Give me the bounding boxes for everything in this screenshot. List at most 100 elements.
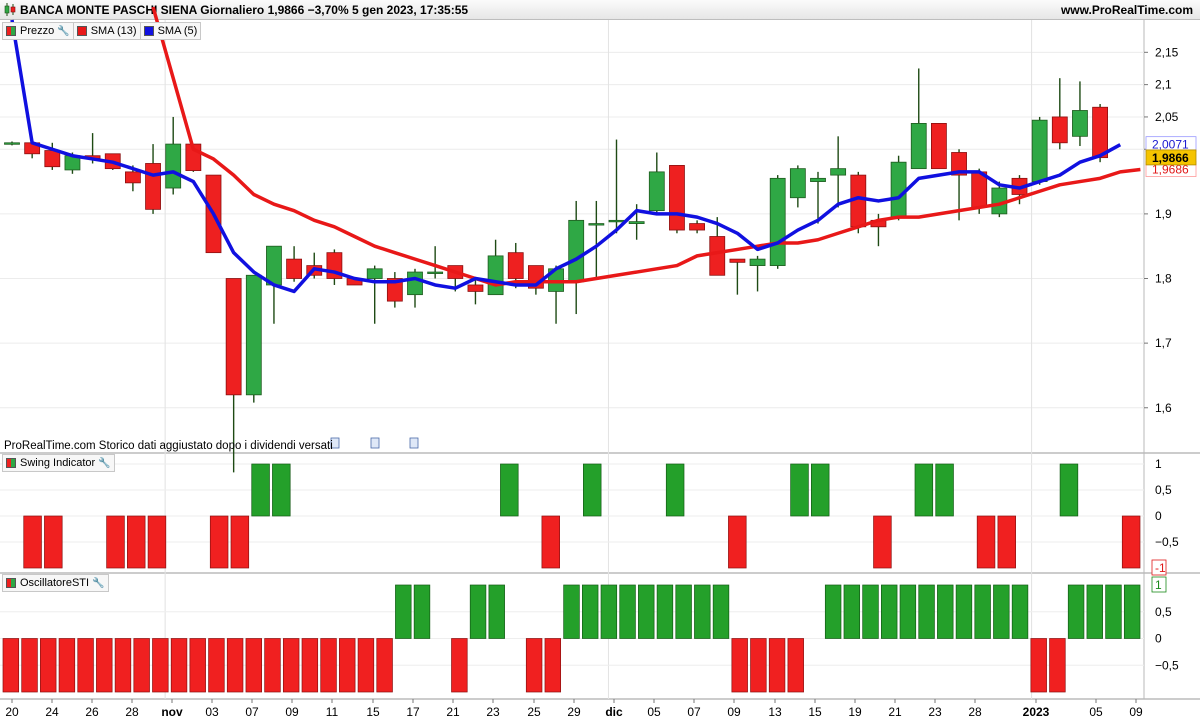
- swing-bar: [728, 515, 747, 569]
- x-tick-label: 28: [125, 705, 139, 719]
- candle-body: [588, 223, 605, 226]
- swing-bar: [541, 515, 560, 569]
- candle-body: [266, 245, 282, 286]
- sti-tick-label: 0: [1155, 632, 1162, 646]
- sti-bar: [955, 584, 973, 639]
- price-tick-label: 2,05: [1155, 110, 1179, 124]
- legend-sma5[interactable]: SMA (5): [141, 23, 201, 39]
- candle-body: [245, 274, 262, 396]
- sti-bar: [750, 638, 767, 693]
- x-tick-label: 03: [205, 705, 219, 719]
- sti-bar: [451, 638, 468, 693]
- legend-price[interactable]: Prezzo 🔧: [3, 23, 74, 39]
- sti-bar: [58, 638, 76, 693]
- candle-body: [709, 236, 726, 276]
- swing-bar: [583, 463, 602, 517]
- candle-body: [910, 123, 927, 170]
- candle-body: [225, 278, 242, 396]
- swing-legend[interactable]: Swing Indicator 🔧: [2, 454, 115, 472]
- chart-area[interactable]: 2,152,12,0521,91,81,71,62,00711,96861,98…: [0, 0, 1200, 720]
- swing-bar: [230, 515, 250, 569]
- sti-bar: [1030, 638, 1047, 693]
- candle-body: [467, 284, 484, 292]
- candle-body: [729, 258, 746, 263]
- price-tick-label: 2,1: [1155, 78, 1172, 92]
- swing-bar: [209, 515, 229, 569]
- sma13-swatch: [76, 26, 87, 36]
- swing-tick-label: 1: [1155, 457, 1162, 471]
- x-tick-label: 26: [85, 705, 99, 719]
- x-tick-label: 05: [647, 705, 661, 719]
- sti-bar: [395, 584, 412, 639]
- sti-bar: [469, 584, 487, 639]
- swing-bar: [500, 463, 519, 517]
- x-tick-label: 15: [366, 705, 380, 719]
- sti-bar: [712, 584, 730, 639]
- candle-body: [749, 258, 766, 266]
- sti-bar: [1049, 638, 1066, 693]
- candle-body: [4, 142, 20, 145]
- swing-bar: [106, 515, 125, 569]
- swing-bar: [935, 463, 954, 517]
- wrench-icon[interactable]: 🔧: [57, 26, 69, 37]
- sti-bar: [768, 638, 786, 693]
- candle-body: [608, 219, 625, 223]
- x-tick-label: 21: [888, 705, 902, 719]
- candle-body: [165, 143, 182, 189]
- x-tick-label: 19: [848, 705, 862, 719]
- legend-swing[interactable]: Swing Indicator 🔧: [3, 455, 114, 471]
- swing-tick-label: 0: [1155, 509, 1162, 523]
- candle-body: [1092, 106, 1108, 159]
- swing-bar: [976, 515, 996, 569]
- sti-bar: [563, 584, 580, 639]
- legend-sma13[interactable]: SMA (13): [74, 23, 141, 39]
- legend-sma13-label: SMA (13): [90, 25, 137, 37]
- candle-body: [1051, 116, 1068, 144]
- sti-bar: [937, 584, 954, 639]
- swing-bar: [790, 463, 809, 517]
- sti-last-label: 1: [1155, 578, 1162, 592]
- sti-bar: [282, 638, 300, 693]
- x-tick-label: 23: [486, 705, 500, 719]
- sti-bar: [1067, 584, 1085, 639]
- sti-bar: [96, 638, 113, 693]
- candle-body: [44, 150, 61, 168]
- sti-bar: [1011, 584, 1029, 639]
- swing-bar: [665, 463, 685, 517]
- sti-swatch: [6, 578, 16, 588]
- note-icon: [409, 437, 419, 449]
- candle-body: [1072, 110, 1088, 137]
- candle-body: [669, 165, 685, 231]
- swing-bar: [23, 515, 42, 569]
- sti-bar: [2, 638, 20, 693]
- sti-bar: [974, 584, 991, 639]
- swing-bar: [873, 515, 892, 569]
- legend-sti[interactable]: OscillatoreSTI 🔧: [3, 575, 108, 591]
- sti-legend[interactable]: OscillatoreSTI 🔧: [2, 574, 109, 592]
- swing-tick-label: −0,5: [1155, 535, 1179, 549]
- sti-bar: [170, 638, 188, 693]
- swing-bar: [127, 515, 146, 569]
- swing-last-label: -1: [1155, 561, 1166, 575]
- price-tick-label: 1,9: [1155, 207, 1172, 221]
- sti-bar: [899, 584, 917, 639]
- sti-tick-label: 0,5: [1155, 605, 1172, 619]
- sti-bar: [21, 638, 38, 693]
- candle-body: [1031, 119, 1048, 182]
- sti-bar: [581, 584, 599, 639]
- wrench-icon[interactable]: 🔧: [92, 578, 104, 589]
- x-tick-label: 09: [727, 705, 741, 719]
- sma13-line: [151, 6, 1141, 287]
- sti-bar: [320, 638, 337, 693]
- last-price-label: 1,9866: [1152, 151, 1189, 165]
- price-tick-label: 2,15: [1155, 45, 1179, 59]
- wrench-icon[interactable]: 🔧: [98, 458, 110, 469]
- candle-body: [830, 168, 847, 176]
- sti-bar: [694, 584, 711, 639]
- candle-body: [487, 255, 504, 296]
- sti-bar: [787, 638, 804, 693]
- x-tick-label: 24: [45, 705, 59, 719]
- x-tick-label: 17: [406, 705, 420, 719]
- price-tick-label: 1,8: [1155, 272, 1172, 286]
- swing-bar: [272, 463, 291, 517]
